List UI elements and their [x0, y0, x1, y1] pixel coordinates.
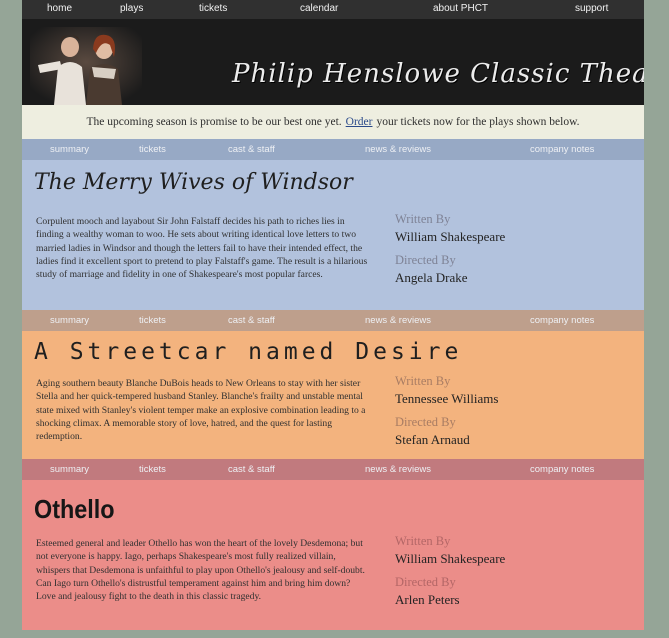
writer-name: William Shakespeare [395, 229, 506, 244]
play-section: A Streetcar named Desire Aging southern … [22, 331, 644, 459]
play-description: Corpulent mooch and layabout Sir John Fa… [36, 216, 368, 281]
nav-support[interactable]: support [575, 3, 608, 14]
subnav-news-reviews[interactable]: news & reviews [365, 144, 431, 155]
nav-home[interactable]: home [47, 3, 72, 14]
subnav-cast-staff[interactable]: cast & staff [228, 464, 275, 475]
intro-text-before: The upcoming season is promise to be our… [86, 116, 342, 128]
play-title: The Merry Wives of Windsor [34, 170, 353, 195]
nav-calendar[interactable]: calendar [300, 3, 338, 14]
subnav-cast-staff[interactable]: cast & staff [228, 315, 275, 326]
play-subnav: summary tickets cast & staff news & revi… [22, 139, 644, 160]
subnav-news-reviews[interactable]: news & reviews [365, 464, 431, 475]
director-name: Arlen Peters [395, 592, 460, 607]
play-title: A Streetcar named Desire [34, 339, 463, 365]
writer-name: William Shakespeare [395, 551, 506, 566]
play-title: Othello [34, 494, 115, 524]
subnav-news-reviews[interactable]: news & reviews [365, 315, 431, 326]
site-title: Philip Henslowe Classic Theatre [232, 59, 644, 89]
subnav-company-notes[interactable]: company notes [530, 464, 594, 475]
site-banner: Philip Henslowe Classic Theatre [22, 19, 644, 105]
play-subnav: summary tickets cast & staff news & revi… [22, 310, 644, 331]
subnav-cast-staff[interactable]: cast & staff [228, 144, 275, 155]
subnav-summary[interactable]: summary [50, 315, 89, 326]
written-by-label: Written By [395, 212, 451, 226]
actors-photo [30, 27, 142, 105]
play-section: The Merry Wives of Windsor Corpulent moo… [22, 160, 644, 310]
subnav-company-notes[interactable]: company notes [530, 144, 594, 155]
nav-about[interactable]: about PHCT [433, 3, 488, 14]
play-description: Esteemed general and leader Othello has … [36, 538, 365, 603]
subnav-summary[interactable]: summary [50, 144, 89, 155]
nav-tickets[interactable]: tickets [199, 3, 227, 14]
written-by-label: Written By [395, 534, 451, 548]
intro-bar: The upcoming season is promise to be our… [22, 105, 644, 139]
subnav-summary[interactable]: summary [50, 464, 89, 475]
directed-by-label: Directed By [395, 575, 456, 589]
play-subnav: summary tickets cast & staff news & revi… [22, 459, 644, 480]
subnav-tickets[interactable]: tickets [139, 315, 166, 326]
subnav-tickets[interactable]: tickets [139, 144, 166, 155]
subnav-company-notes[interactable]: company notes [530, 315, 594, 326]
written-by-label: Written By [395, 374, 451, 388]
directed-by-label: Directed By [395, 253, 456, 267]
page: home plays tickets calendar about PHCT s… [22, 0, 644, 638]
nav-plays[interactable]: plays [120, 3, 143, 14]
subnav-tickets[interactable]: tickets [139, 464, 166, 475]
director-name: Angela Drake [395, 270, 468, 285]
play-description: Aging southern beauty Blanche DuBois hea… [36, 378, 366, 443]
play-section: Othello Esteemed general and leader Othe… [22, 480, 644, 630]
order-link[interactable]: Order [346, 116, 373, 128]
intro-text-after: your tickets now for the plays shown bel… [376, 116, 580, 128]
director-name: Stefan Arnaud [395, 432, 470, 447]
writer-name: Tennessee Williams [395, 391, 499, 406]
directed-by-label: Directed By [395, 415, 456, 429]
top-nav: home plays tickets calendar about PHCT s… [22, 0, 644, 19]
